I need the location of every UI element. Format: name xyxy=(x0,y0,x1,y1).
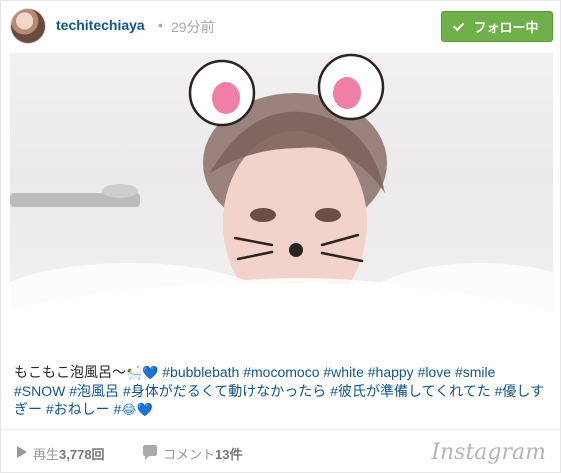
follow-button[interactable]: フォロー中 xyxy=(441,11,553,42)
hashtag-love[interactable]: #love xyxy=(418,364,451,380)
post-header: techitechiaya • 29分前 フォロー中 xyxy=(1,1,560,51)
instagram-post-card: techitechiaya • 29分前 フォロー中 SNOW もこもこ泡風呂〜… xyxy=(0,0,561,473)
views-count: 3,778回 xyxy=(59,447,105,462)
hashtag-oneshi[interactable]: #おねしー xyxy=(46,401,110,417)
post-caption: もこもこ泡風呂〜🛀💙 #bubblebath #mocomoco #white … xyxy=(14,363,550,419)
snow-watermark: SNOW xyxy=(497,329,539,343)
views-label: 再生 xyxy=(33,447,60,462)
username-link[interactable]: techitechiaya xyxy=(56,17,145,33)
comment-count[interactable]: コメント13件 xyxy=(163,444,242,463)
hashtag-awaburo[interactable]: #泡風呂 xyxy=(69,383,119,399)
hashtag-kareshi[interactable]: #彼氏が準備してくれてた xyxy=(330,383,491,399)
hashtag-smile[interactable]: #smile xyxy=(455,364,495,380)
hashtag-happy[interactable]: #happy xyxy=(368,364,414,380)
hashtag-snow[interactable]: #SNOW xyxy=(14,383,65,399)
hashtag-mocomoco[interactable]: #mocomoco xyxy=(243,364,319,380)
post-footer: 再生3,778回 コメント13件 Instagram xyxy=(1,429,560,473)
post-time[interactable]: 29分前 xyxy=(171,17,215,37)
view-count: 再生3,778回 xyxy=(33,444,105,463)
play-icon xyxy=(17,446,27,458)
photo-illustration xyxy=(10,53,553,359)
hashtag-karada[interactable]: #身体がだるくて動けなかったら xyxy=(123,383,326,399)
hashtag-bubblebath[interactable]: #bubblebath xyxy=(162,364,239,380)
user-avatar[interactable] xyxy=(10,8,46,44)
bath-heart-emoji: 🛀💙 xyxy=(126,365,159,380)
laugh-heart-emoji: 😂💙 xyxy=(121,402,153,417)
post-photo[interactable]: SNOW xyxy=(10,53,553,359)
hashtag-white[interactable]: #white xyxy=(323,364,363,380)
separator-dot: • xyxy=(158,17,163,33)
comment-icon xyxy=(143,445,157,460)
follow-label: フォロー中 xyxy=(473,20,539,35)
instagram-logo[interactable]: Instagram xyxy=(431,440,546,465)
comments-label: コメント xyxy=(163,447,216,462)
check-icon xyxy=(453,19,465,31)
caption-text: もこもこ泡風呂〜 xyxy=(14,364,126,380)
comments-count: 13件 xyxy=(215,447,243,462)
